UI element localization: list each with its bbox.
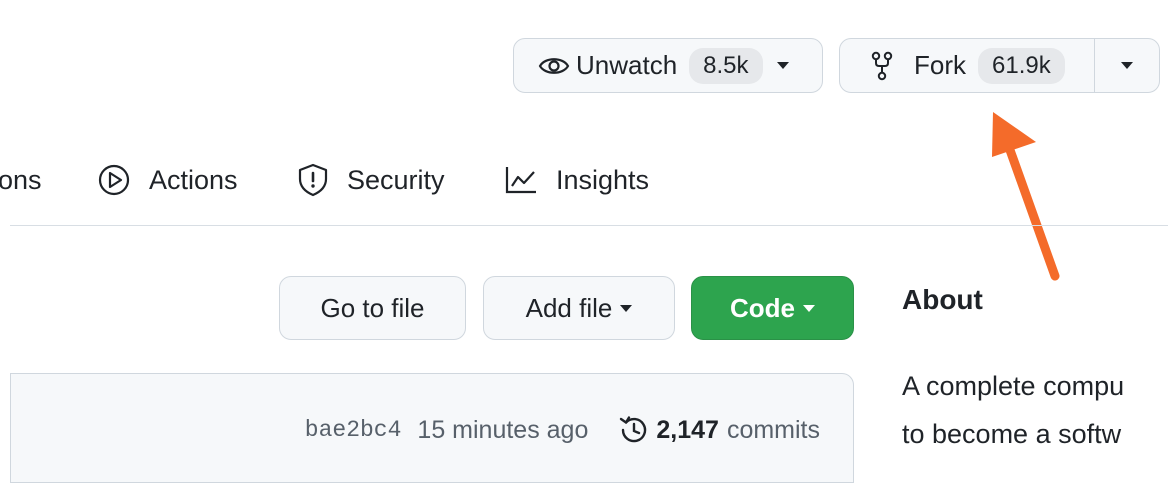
code-button[interactable]: Code <box>691 276 854 340</box>
commit-time: 15 minutes ago <box>417 415 589 444</box>
tab-security[interactable]: Security <box>297 158 445 202</box>
tab-insights-label: Insights <box>556 164 650 195</box>
chevron-down-icon <box>1121 62 1133 69</box>
about-line-2: to become a softw <box>902 419 1122 449</box>
fork-button[interactable]: Fork 61.9k <box>839 38 1095 93</box>
commit-row: bae2bc4 15 minutes ago 2,147 commits <box>10 408 820 452</box>
history-icon <box>620 416 647 443</box>
commits-label: commits <box>726 415 820 444</box>
tab-insights[interactable]: Insights <box>504 158 649 202</box>
fork-count: 61.9k <box>978 47 1065 84</box>
nav-divider <box>10 225 1168 226</box>
commit-hash-link[interactable]: bae2bc4 <box>305 417 402 443</box>
tab-security-label: Security <box>347 164 445 195</box>
commit-count: 2,147 <box>656 415 719 444</box>
chevron-down-icon <box>776 62 789 69</box>
graph-icon <box>505 167 536 194</box>
about-description: A complete compu to become a softw <box>902 362 1168 458</box>
tab-actions-label: Actions <box>149 164 238 195</box>
fork-label: Fork <box>914 50 966 80</box>
annotation-arrow <box>992 112 1060 281</box>
commits-link[interactable]: 2,147 commits <box>618 414 820 446</box>
fork-icon <box>870 51 894 81</box>
unwatch-button[interactable]: Unwatch 8.5k <box>513 38 823 93</box>
chevron-down-icon <box>620 304 633 312</box>
play-circle-icon <box>98 164 130 196</box>
eye-icon <box>538 54 570 78</box>
chevron-down-icon <box>803 304 815 312</box>
go-to-file-button[interactable]: Go to file <box>279 276 466 340</box>
watchers-count: 8.5k <box>689 47 763 84</box>
about-line-1: A complete compu <box>902 371 1125 401</box>
unwatch-label: Unwatch <box>576 50 678 80</box>
fork-dropdown-button[interactable] <box>1094 38 1160 93</box>
tab-partial[interactable]: ons <box>0 158 60 202</box>
about-heading: About <box>902 284 983 315</box>
shield-icon <box>298 163 328 197</box>
add-file-button[interactable]: Add file <box>483 276 675 340</box>
tab-actions[interactable]: Actions <box>97 158 238 202</box>
